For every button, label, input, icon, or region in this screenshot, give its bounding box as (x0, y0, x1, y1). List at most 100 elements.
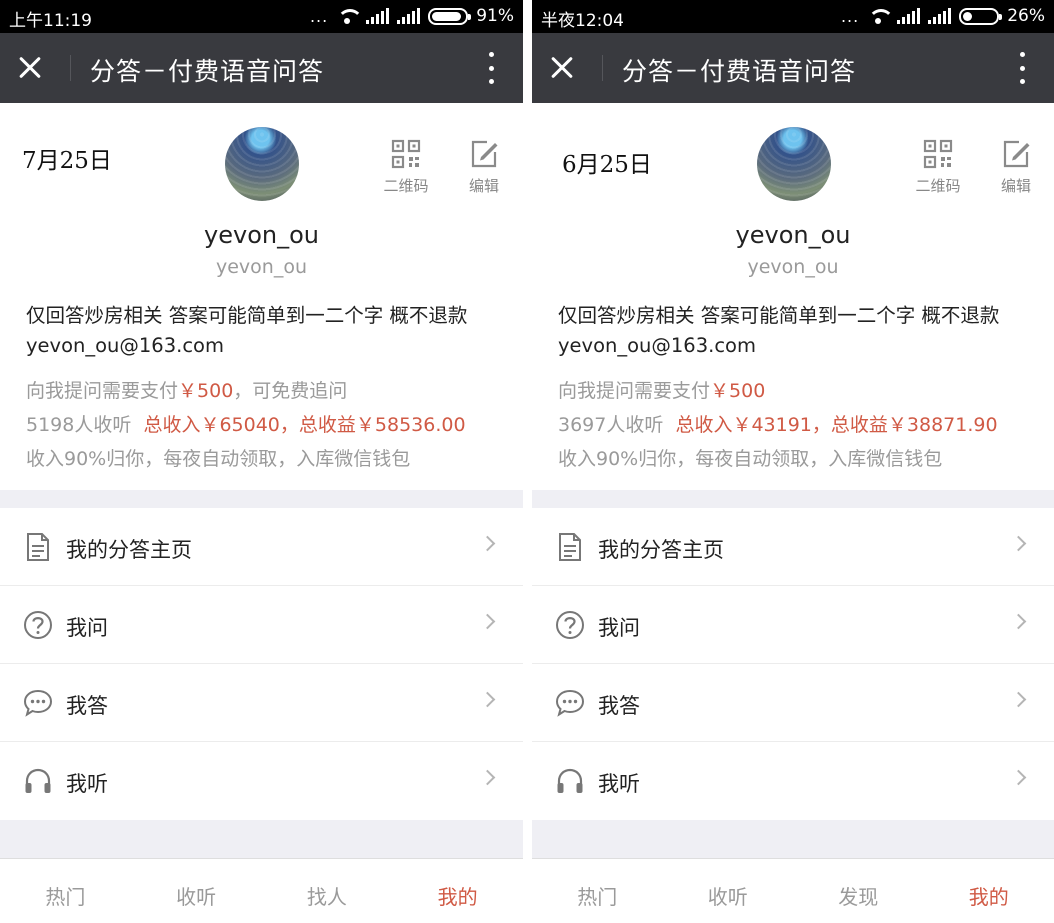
edit-label: 编辑 (1000, 177, 1031, 195)
menu-item-my-questions[interactable]: 我问 (0, 586, 523, 664)
bio: 仅回答炒房相关 答案可能简单到一二个字 概不退款 yevon_ou@163.co… (26, 301, 467, 361)
chevron-right-icon (479, 613, 496, 630)
page-title: 分答－付费语音问答 (622, 57, 857, 86)
price-line: 向我提问需要支付￥500 (558, 374, 998, 408)
close-button[interactable] (544, 50, 580, 86)
qr-code-icon (923, 139, 953, 169)
menu-item-label: 我的分答主页 (598, 538, 724, 562)
bio-text: 仅回答炒房相关 答案可能简单到一二个字 概不退款 (558, 304, 1000, 327)
menu-item-homepage[interactable]: 我的分答主页 (532, 508, 1054, 586)
chevron-right-icon (1010, 535, 1027, 552)
date-annotation: 6月25日 (562, 152, 652, 178)
edit-button[interactable]: 编辑 (456, 139, 512, 196)
chevron-right-icon (479, 769, 496, 786)
headphones-icon (557, 768, 583, 793)
price-line: 向我提问需要支付￥500，可免费追问 (26, 374, 466, 408)
bottom-tab-bar: 热门 收听 找人 我的 (0, 858, 523, 923)
edit-icon (471, 140, 498, 168)
income-value: 总收入￥43191，总收益￥38871.90 (675, 414, 998, 436)
wifi-icon (336, 8, 364, 24)
edit-label: 编辑 (468, 177, 499, 195)
tab-mine[interactable]: 我的 (392, 859, 523, 923)
price-prefix: 向我提问需要支付 (26, 380, 179, 402)
screenshot-right: 半夜12:04 ... 26% 分答－付费语音问答 6月25日 二维码 编辑 y… (532, 0, 1054, 923)
battery-percent: 91% (476, 6, 514, 26)
username: yevon_ou (204, 221, 319, 249)
user-handle: yevon_ou (215, 256, 307, 278)
tab-mine[interactable]: 我的 (924, 859, 1054, 923)
screenshot-left: 上午11:19 ... 91% 分答－付费语音问答 7月25日 二维码 编辑 y… (0, 0, 523, 923)
user-handle: yevon_ou (747, 256, 839, 278)
menu-item-label: 我的分答主页 (66, 538, 192, 562)
chevron-right-icon (1010, 613, 1027, 630)
qr-code-label: 二维码 (915, 177, 961, 195)
bio-email: yevon_ou@163.com (26, 334, 224, 357)
menu-item-my-listens[interactable]: 我听 (0, 742, 523, 820)
edit-icon (1003, 140, 1030, 168)
menu-item-homepage[interactable]: 我的分答主页 (0, 508, 523, 586)
qr-code-button[interactable]: 二维码 (378, 139, 434, 196)
document-icon (559, 533, 581, 561)
document-icon (27, 533, 49, 561)
status-dots: ... (840, 6, 860, 26)
tab-find-people[interactable]: 找人 (262, 859, 393, 923)
tab-hot[interactable]: 热门 (0, 859, 131, 923)
menu-item-label: 我听 (598, 772, 640, 796)
bio: 仅回答炒房相关 答案可能简单到一二个字 概不退款 yevon_ou@163.co… (558, 301, 999, 361)
signal-icon (366, 8, 390, 24)
battery-icon (959, 7, 1003, 25)
chat-icon (555, 689, 585, 717)
status-dots: ... (309, 6, 329, 26)
username: yevon_ou (735, 221, 851, 249)
price-prefix: 向我提问需要支付 (558, 380, 711, 402)
signal-icon (897, 8, 921, 24)
tab-listen[interactable]: 收听 (131, 859, 262, 923)
price-suffix: ，可免费追问 (233, 380, 348, 402)
chevron-right-icon (479, 535, 496, 552)
chevron-right-icon (1010, 769, 1027, 786)
price-value: ￥500 (178, 380, 234, 402)
profile-card: 7月25日 二维码 编辑 yevon_ou yevon_ou 仅回答炒房相关 答… (0, 103, 523, 490)
more-options-button[interactable] (487, 52, 495, 84)
question-icon (556, 611, 584, 639)
chat-icon (23, 689, 53, 717)
more-options-button[interactable] (1018, 52, 1026, 84)
stats: 向我提问需要支付￥500，可免费追问 5198人收听 总收入￥65040，总收益… (26, 374, 466, 476)
close-button[interactable] (12, 50, 48, 86)
date-annotation: 7月25日 (22, 148, 112, 174)
signal-icon (928, 8, 952, 24)
bio-email: yevon_ou@163.com (558, 334, 756, 357)
menu-item-label: 我答 (66, 694, 108, 718)
avatar[interactable] (757, 127, 831, 201)
menu-item-my-answers[interactable]: 我答 (0, 664, 523, 742)
title-bar: 分答－付费语音问答 (0, 33, 523, 103)
payout-note: 收入90%归你，每夜自动领取，入库微信钱包 (558, 448, 943, 470)
status-bar: 上午11:19 ... 91% (0, 0, 523, 33)
tab-discover[interactable]: 发现 (793, 859, 924, 923)
title-divider (602, 55, 603, 81)
battery-fill (432, 11, 462, 21)
menu-item-my-listens[interactable]: 我听 (532, 742, 1054, 820)
tab-hot[interactable]: 热门 (532, 859, 663, 923)
profile-card: 6月25日 二维码 编辑 yevon_ou yevon_ou 仅回答炒房相关 答… (532, 103, 1054, 490)
listener-count: 3697人收听 (558, 414, 664, 436)
qr-code-label: 二维码 (383, 177, 429, 195)
stats: 向我提问需要支付￥500 3697人收听 总收入￥43191，总收益￥38871… (558, 374, 998, 476)
question-icon (24, 611, 52, 639)
tab-listen[interactable]: 收听 (663, 859, 794, 923)
battery-percent: 26% (1007, 6, 1045, 26)
bio-text: 仅回答炒房相关 答案可能简单到一二个字 概不退款 (26, 304, 468, 327)
menu-item-label: 我问 (66, 616, 108, 640)
avatar[interactable] (225, 127, 299, 201)
menu-item-my-questions[interactable]: 我问 (532, 586, 1054, 664)
wifi-icon (867, 8, 895, 24)
edit-button[interactable]: 编辑 (988, 139, 1044, 196)
menu-item-label: 我问 (598, 616, 640, 640)
payout-note: 收入90%归你，每夜自动领取，入库微信钱包 (26, 448, 411, 470)
battery-fill (963, 11, 972, 21)
qr-code-button[interactable]: 二维码 (910, 139, 966, 196)
income-line: 5198人收听 总收入￥65040，总收益￥58536.00 (26, 408, 466, 442)
menu-item-label: 我答 (598, 694, 640, 718)
listener-count: 5198人收听 (26, 414, 132, 436)
menu-item-my-answers[interactable]: 我答 (532, 664, 1054, 742)
